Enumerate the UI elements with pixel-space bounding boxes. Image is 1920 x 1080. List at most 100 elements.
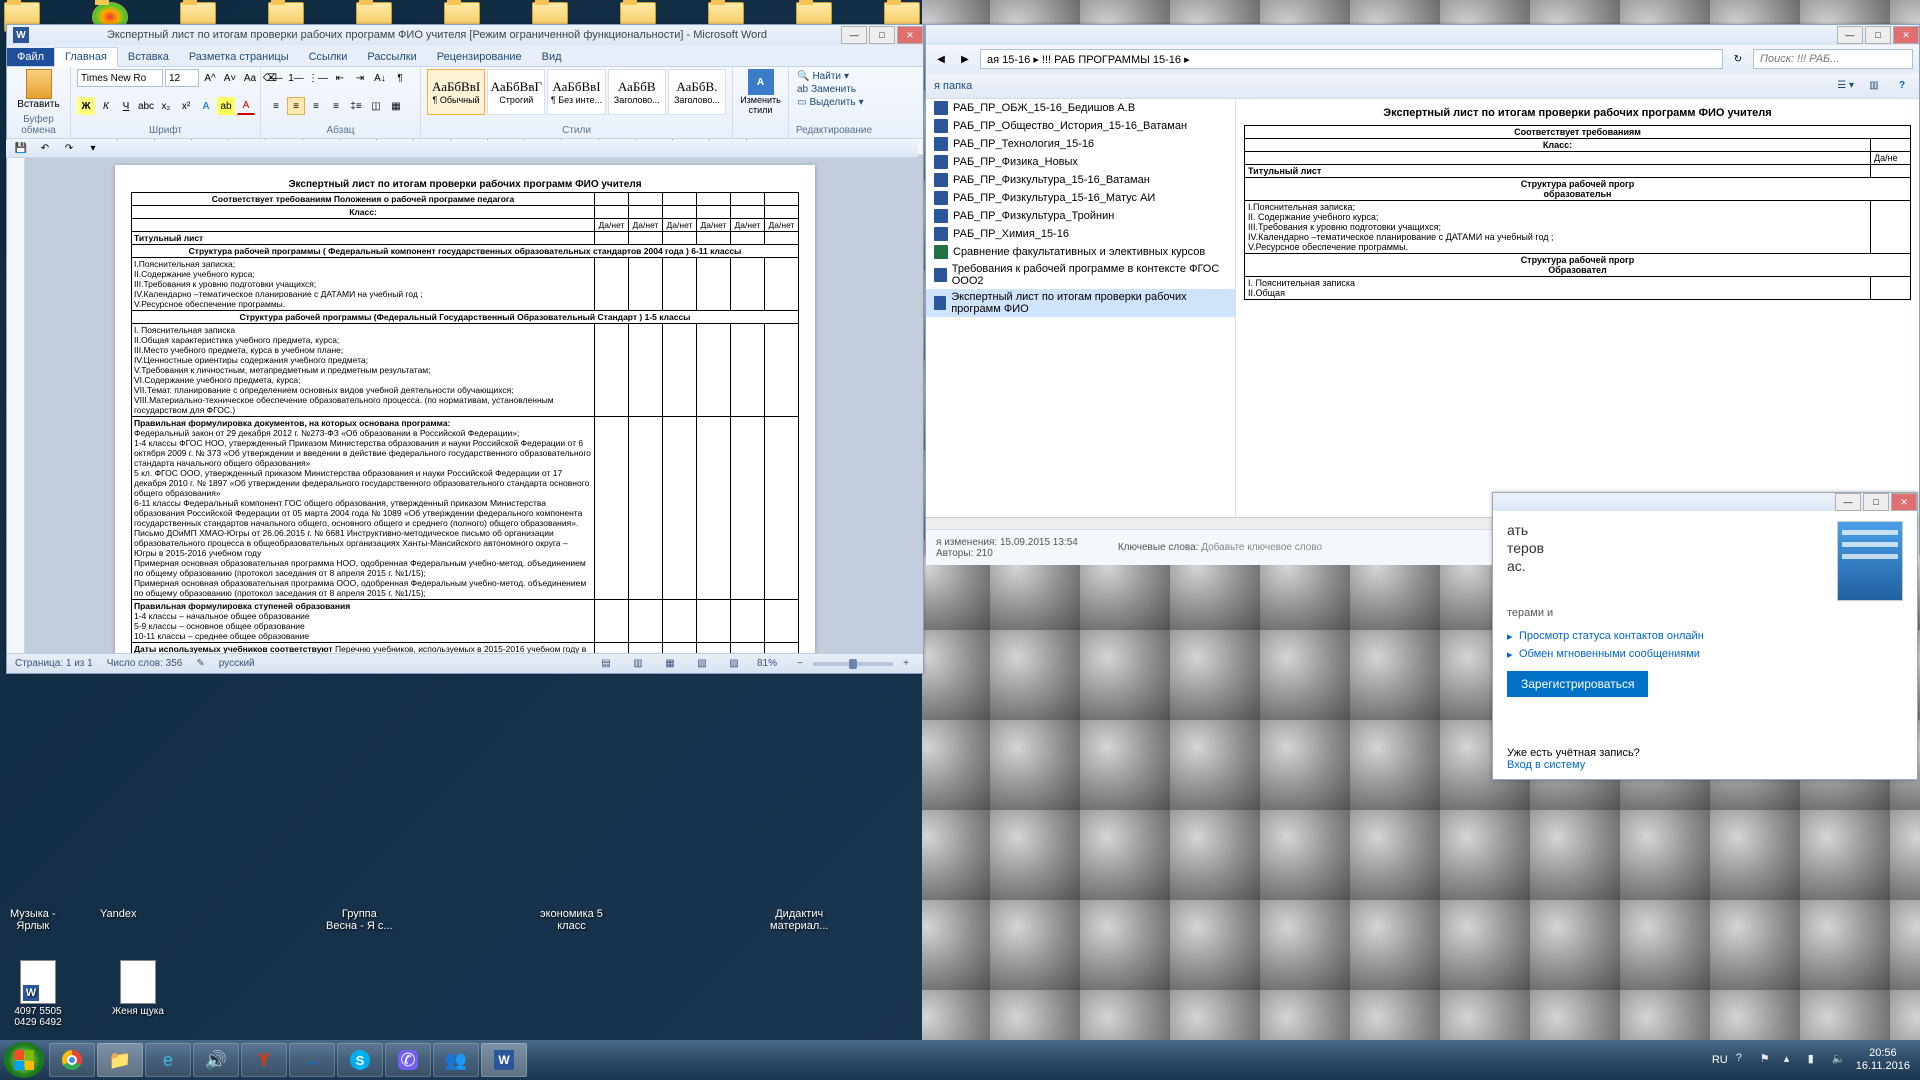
view-draft[interactable]: ▨ [725, 655, 743, 673]
desktop-icon-label[interactable]: экономика 5 класс [540, 908, 603, 932]
view-read[interactable]: ▥ [629, 655, 647, 673]
tray-lang[interactable]: RU [1712, 1054, 1728, 1066]
task-skype[interactable]: S [337, 1043, 383, 1077]
breadcrumb[interactable]: ая 15-16 ▸ !!! РАБ ПРОГРАММЫ 15-16 ▸ [980, 49, 1723, 69]
indent-inc-button[interactable]: ⇥ [351, 69, 369, 87]
desktop-file[interactable]: 4097 5505 0429 6492 [8, 960, 68, 1028]
highlight-button[interactable]: ab [217, 97, 235, 115]
maximize-button[interactable]: □ [1865, 26, 1891, 44]
forward-button[interactable]: ▶ [956, 50, 974, 68]
bullets-button[interactable]: •— [267, 69, 285, 87]
tab-file[interactable]: Файл [7, 48, 54, 66]
tab-layout[interactable]: Разметка страницы [179, 48, 299, 66]
redo-button[interactable]: ↷ [60, 140, 78, 158]
align-center-button[interactable]: ≡ [287, 97, 305, 115]
search-input[interactable] [1753, 49, 1913, 69]
task-word[interactable]: W [481, 1043, 527, 1077]
file-item[interactable]: РАБ_ПР_ОБЖ_15-16_Бедишов А.В [926, 99, 1235, 117]
select-button[interactable]: ▭Выделить ▾ [797, 97, 871, 108]
font-name-input[interactable] [77, 69, 163, 87]
minimize-button[interactable]: — [1837, 26, 1863, 44]
file-item[interactable]: Экспертный лист по итогам проверки рабоч… [926, 289, 1235, 317]
close-button[interactable]: ✕ [897, 26, 923, 44]
find-button[interactable]: 🔍Найти ▾ [797, 71, 871, 82]
file-item[interactable]: Требования к рабочей программе в контекс… [926, 261, 1235, 289]
change-styles-button[interactable]: A Изменить стили [739, 69, 782, 115]
bold-button[interactable]: Ж [77, 97, 95, 115]
numbering-button[interactable]: 1— [287, 69, 305, 87]
multilevel-button[interactable]: ⋮— [307, 69, 329, 87]
view-mode-button[interactable]: ☰ ▾ [1836, 77, 1855, 95]
file-item[interactable]: РАБ_ПР_Общество_История_15-16_Ватаман [926, 117, 1235, 135]
refresh-button[interactable]: ↻ [1729, 50, 1747, 68]
document-page[interactable]: Экспертный лист по итогам проверки рабоч… [115, 165, 815, 653]
tab-view[interactable]: Вид [532, 48, 572, 66]
indent-dec-button[interactable]: ⇤ [331, 69, 349, 87]
new-folder-button[interactable]: я папка [934, 80, 972, 92]
task-chrome[interactable] [49, 1043, 95, 1077]
messenger-titlebar[interactable]: — □ ✕ [1493, 493, 1917, 511]
status-proofing-icon[interactable]: ✎ [196, 658, 204, 669]
task-teamviewer[interactable]: ↔ [289, 1043, 335, 1077]
word-titlebar[interactable]: W Экспертный лист по итогам проверки раб… [7, 25, 923, 45]
explorer-titlebar[interactable]: — □ ✕ [926, 25, 1919, 45]
file-item[interactable]: РАБ_ПР_Химия_15-16 [926, 225, 1235, 243]
style-gallery-item[interactable]: АаБбВвІ¶ Обычный [427, 69, 485, 115]
desktop-icon-label[interactable]: Группа Весна - Я с... [326, 908, 393, 932]
file-item[interactable]: РАБ_ПР_Физкультура_Тройнин [926, 207, 1235, 225]
show-marks-button[interactable]: ¶ [391, 69, 409, 87]
file-item[interactable]: РАБ_ПР_Физкультура_15-16_Матус АИ [926, 189, 1235, 207]
minimize-button[interactable]: — [1835, 493, 1861, 511]
volume-icon[interactable]: 🔈 [1832, 1052, 1848, 1068]
file-item[interactable]: РАБ_ПР_Технология_15-16 [926, 135, 1235, 153]
maximize-button[interactable]: □ [869, 26, 895, 44]
back-button[interactable]: ◀ [932, 50, 950, 68]
tab-references[interactable]: Ссылки [299, 48, 358, 66]
borders-button[interactable]: ▦ [387, 97, 405, 115]
desktop-icon-label[interactable]: Yandex [100, 908, 137, 920]
desktop-icon-label[interactable]: Дидактич материал... [770, 908, 828, 932]
zoom-slider[interactable] [813, 662, 893, 666]
style-gallery-item[interactable]: АаБбВвІ¶ Без инте... [547, 69, 605, 115]
save-button[interactable]: 💾 [12, 140, 30, 158]
style-gallery-item[interactable]: АаБбВ.Заголово... [668, 69, 726, 115]
status-kw-value[interactable]: Добавьте ключевое слово [1201, 542, 1322, 553]
file-item[interactable]: Сравнение факультативных и элективных ку… [926, 243, 1235, 261]
grow-font-button[interactable]: A^ [201, 69, 219, 87]
style-gallery-item[interactable]: АаБбВвГСтрогий [487, 69, 545, 115]
status-lang[interactable]: русский [219, 658, 255, 669]
replace-button[interactable]: abЗаменить [797, 84, 871, 95]
sort-button[interactable]: A↓ [371, 69, 389, 87]
task-yandex[interactable]: Y [241, 1043, 287, 1077]
undo-button[interactable]: ↶ [36, 140, 54, 158]
subscript-button[interactable]: x₂ [157, 97, 175, 115]
task-media[interactable]: 🔊 [193, 1043, 239, 1077]
tray-expand-icon[interactable]: ▴ [1784, 1052, 1800, 1068]
superscript-button[interactable]: x² [177, 97, 195, 115]
qat-customize[interactable]: ▾ [84, 140, 102, 158]
task-app[interactable]: 👥 [433, 1043, 479, 1077]
help-button[interactable]: ? [1893, 77, 1911, 95]
zoom-out-button[interactable]: − [791, 655, 809, 673]
shading-button[interactable]: ◫ [367, 97, 385, 115]
register-button[interactable]: Зарегистрироваться [1507, 671, 1648, 697]
tab-home[interactable]: Главная [54, 47, 118, 67]
preview-pane-button[interactable]: ▥ [1865, 77, 1883, 95]
tab-mailings[interactable]: Рассылки [357, 48, 426, 66]
network-icon[interactable]: ▮ [1808, 1052, 1824, 1068]
view-outline[interactable]: ▧ [693, 655, 711, 673]
close-button[interactable]: ✕ [1891, 493, 1917, 511]
task-ie[interactable]: e [145, 1043, 191, 1077]
document-area[interactable]: Экспертный лист по итогам проверки рабоч… [7, 155, 923, 653]
status-zoom[interactable]: 81% [757, 658, 777, 669]
desktop-file[interactable]: Женя щука [108, 960, 168, 1028]
italic-button[interactable]: К [97, 97, 115, 115]
align-right-button[interactable]: ≡ [307, 97, 325, 115]
file-item[interactable]: РАБ_ПР_Физкультура_15-16_Ватаман [926, 171, 1235, 189]
zoom-in-button[interactable]: + [897, 655, 915, 673]
strike-button[interactable]: abc [137, 97, 155, 115]
status-page[interactable]: Страница: 1 из 1 [15, 658, 93, 669]
minimize-button[interactable]: — [841, 26, 867, 44]
style-gallery-item[interactable]: АаБбВЗаголово... [608, 69, 666, 115]
line-spacing-button[interactable]: ‡≡ [347, 97, 365, 115]
